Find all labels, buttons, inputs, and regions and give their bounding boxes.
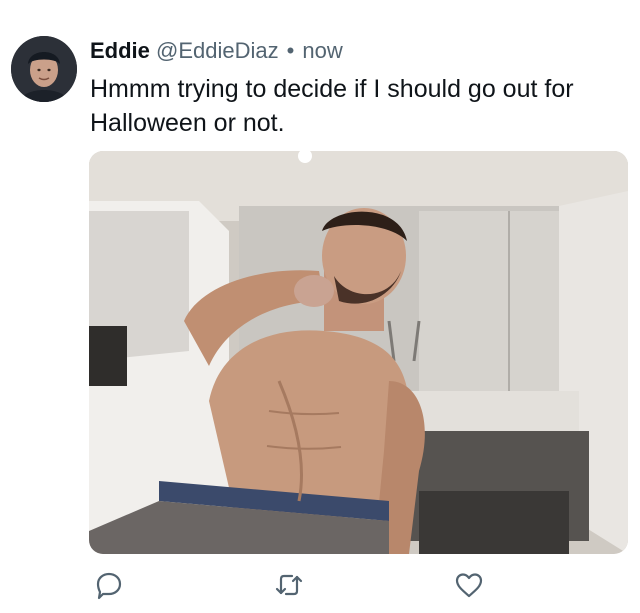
tweet-text: Hmmm trying to decide if I should go out… xyxy=(90,75,574,137)
timestamp[interactable]: now xyxy=(302,38,342,63)
tweet-photo[interactable] xyxy=(89,151,628,554)
author-handle[interactable]: @EddieDiaz xyxy=(156,38,279,63)
retweet-icon xyxy=(275,574,303,596)
tweet-actions xyxy=(0,568,640,602)
retweet-button[interactable] xyxy=(272,568,306,602)
separator-dot: • xyxy=(286,38,295,63)
avatar[interactable] xyxy=(11,36,77,102)
reply-icon xyxy=(96,572,122,600)
tweet-header: Eddie @EddieDiaz • now xyxy=(90,37,343,65)
reply-button[interactable] xyxy=(92,568,126,602)
heart-icon xyxy=(455,573,483,598)
like-button[interactable] xyxy=(452,568,486,602)
author-name[interactable]: Eddie xyxy=(90,38,150,63)
tweet-card: Eddie @EddieDiaz • now Hmmm trying to deci… xyxy=(0,0,640,613)
